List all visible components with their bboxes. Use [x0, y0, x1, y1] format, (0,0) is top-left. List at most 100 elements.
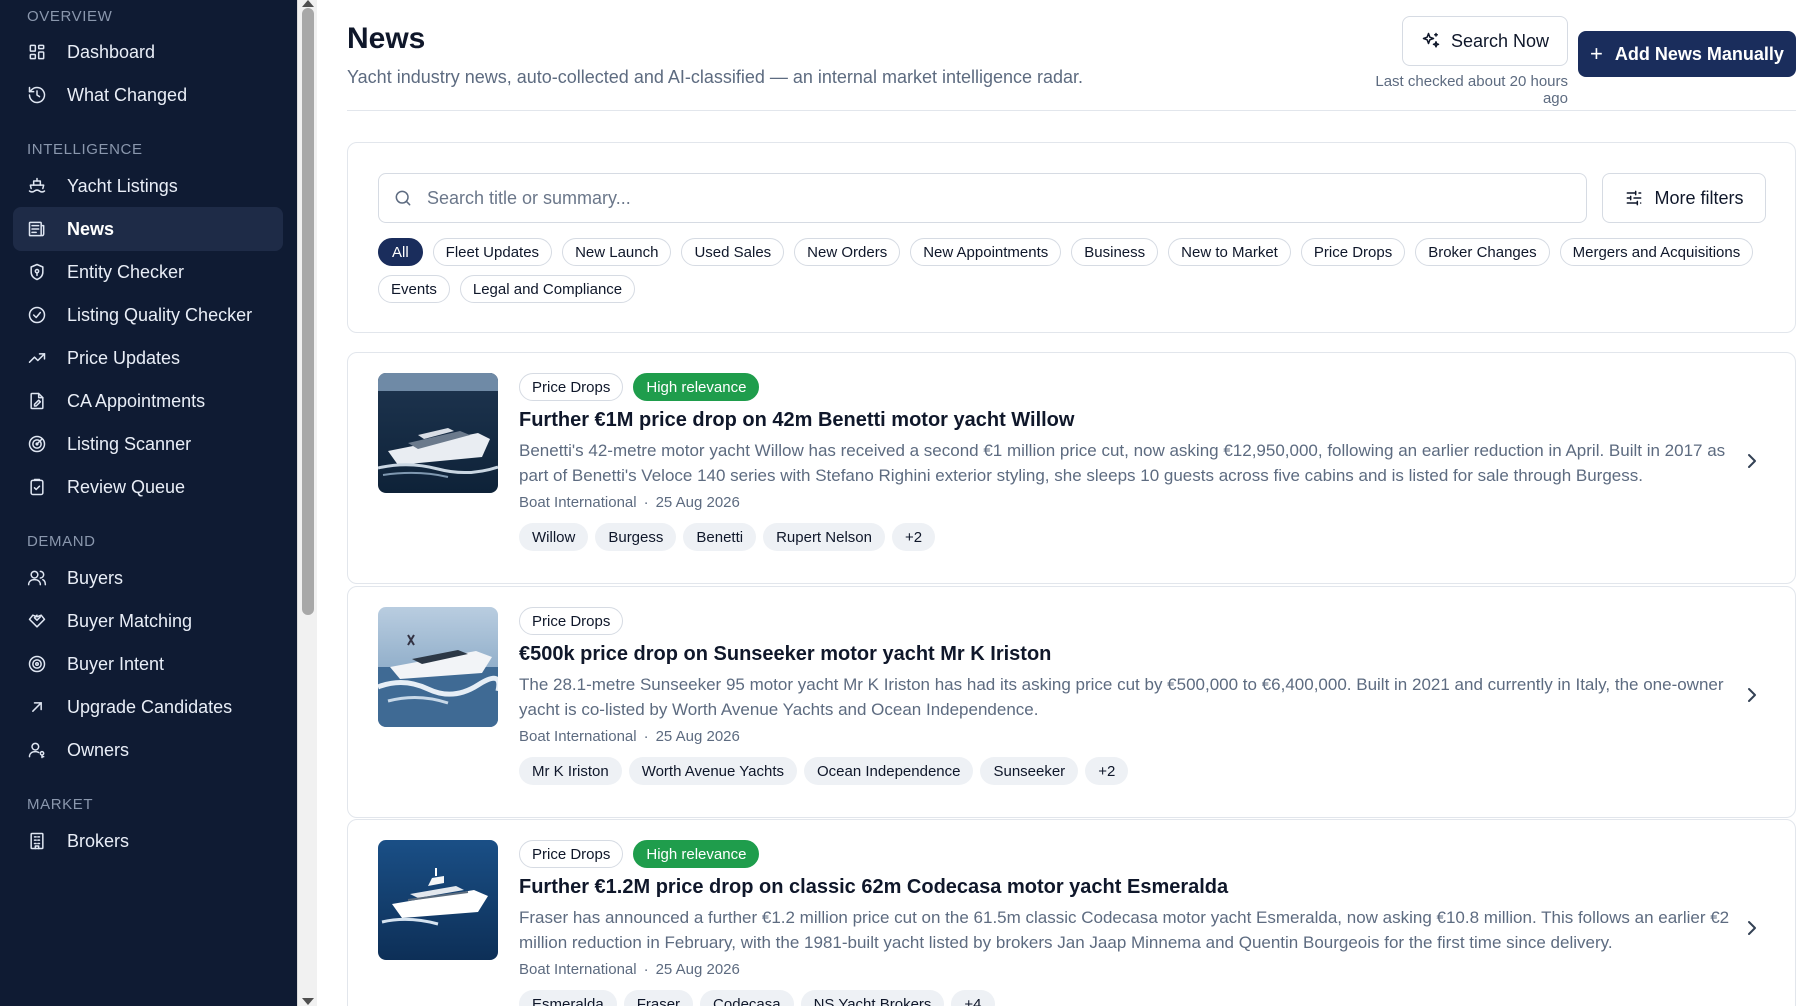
- sliders-icon: [1624, 188, 1654, 208]
- sidebar-item-buyers[interactable]: Buyers: [13, 556, 283, 600]
- sidebar-item-price-updates[interactable]: Price Updates: [13, 336, 283, 380]
- entity-tag[interactable]: Sunseeker: [980, 757, 1079, 785]
- check-circle-icon: [27, 305, 47, 325]
- sidebar-item-label: Buyer Matching: [67, 610, 193, 631]
- ship-icon: [27, 176, 47, 196]
- sidebar-scrollbar[interactable]: [297, 0, 317, 1006]
- last-checked-text: Last checked about 20 hours ago: [1375, 73, 1568, 107]
- entity-tag[interactable]: NS Yacht Brokers: [800, 990, 945, 1006]
- news-date: 25 Aug 2026: [655, 728, 740, 745]
- entity-tag[interactable]: Burgess: [595, 523, 677, 551]
- sidebar-item-news[interactable]: News: [13, 207, 283, 251]
- news-thumbnail: [378, 373, 498, 493]
- filter-chip-broker-changes[interactable]: Broker Changes: [1415, 238, 1550, 266]
- sidebar-item-label: Buyer Intent: [67, 653, 165, 674]
- news-source: Boat International: [519, 494, 637, 511]
- sidebar-item-ca-appointments[interactable]: CA Appointments: [13, 379, 283, 423]
- sidebar-item-label: News: [67, 218, 115, 239]
- sidebar-item-brokers[interactable]: Brokers: [13, 819, 283, 863]
- entity-tag[interactable]: Willow: [519, 523, 589, 551]
- entity-tag[interactable]: Mr K Iriston: [519, 757, 622, 785]
- news-card[interactable]: Price Drops €500k price drop on Sunseeker…: [347, 586, 1796, 818]
- relevance-badge: High relevance: [633, 373, 760, 401]
- filter-chip-mergers-and-acquisitions[interactable]: Mergers and Acquisitions: [1559, 238, 1754, 266]
- sidebar-item-listing-quality-checker[interactable]: Listing Quality Checker: [13, 293, 283, 337]
- news-card-body: Price Drops High relevance Further €1M pri…: [519, 373, 1739, 551]
- entity-tag[interactable]: Fraser: [623, 990, 694, 1006]
- sidebar-item-upgrade-candidates[interactable]: Upgrade Candidates: [13, 685, 283, 729]
- filter-chip-all[interactable]: All: [378, 238, 423, 266]
- news-card-body: Price Drops High relevance Further €1.2M p…: [519, 840, 1739, 1006]
- scrollbar-thumb[interactable]: [302, 8, 314, 615]
- sidebar-item-label: CA Appointments: [67, 390, 206, 411]
- news-title[interactable]: €500k price drop on Sunseeker motor yach…: [519, 641, 1739, 667]
- news-summary: Benetti's 42-metre motor yacht Willow ha…: [519, 441, 1726, 485]
- sidebar-item-yacht-listings[interactable]: Yacht Listings: [13, 164, 283, 208]
- news-source: Boat International: [519, 728, 637, 745]
- shield-icon: [27, 262, 47, 282]
- handshake-icon: [27, 611, 47, 631]
- search-icon: [393, 188, 427, 208]
- filter-chip-new-to-market[interactable]: New to Market: [1168, 238, 1291, 266]
- news-title[interactable]: Further €1M price drop on 42m Benetti mo…: [519, 407, 1739, 433]
- sidebar-section-intelligence: INTELLIGENCE: [27, 141, 143, 158]
- sidebar-item-label: Listing Quality Checker: [67, 304, 253, 325]
- sidebar-item-dashboard[interactable]: Dashboard: [13, 30, 283, 74]
- search-now-label: Search Now: [1450, 30, 1550, 51]
- search-now-button[interactable]: Search Now: [1402, 16, 1568, 66]
- category-chips: All Fleet Updates New Launch Used Sales New …: [378, 238, 1778, 303]
- filter-panel: More filters All Fleet Updates New Launch U…: [347, 142, 1796, 333]
- sidebar-item-label: Listing Scanner: [67, 433, 192, 454]
- filter-chip-price-drops[interactable]: Price Drops: [1300, 238, 1406, 266]
- chevron-right-icon[interactable]: [1744, 685, 1760, 705]
- filter-chip-legal-and-compliance[interactable]: Legal and Compliance: [459, 275, 636, 303]
- search-field[interactable]: [378, 173, 1587, 223]
- filter-chip-new-launch[interactable]: New Launch: [562, 238, 672, 266]
- sidebar-item-entity-checker[interactable]: Entity Checker: [13, 250, 283, 294]
- clipboard-check-icon: [27, 477, 47, 497]
- sidebar-item-what-changed[interactable]: What Changed: [13, 73, 283, 117]
- scroll-down-arrow-icon[interactable]: [302, 998, 314, 1005]
- more-filters-label: More filters: [1654, 187, 1744, 208]
- sidebar-item-listing-scanner[interactable]: Listing Scanner: [13, 422, 283, 466]
- entity-tags: Mr K Iriston Worth Avenue Yachts Ocean Ind…: [519, 757, 1739, 785]
- more-filters-button[interactable]: More filters: [1602, 173, 1766, 223]
- search-input[interactable]: [427, 187, 1547, 209]
- relevance-badge: High relevance: [633, 840, 760, 868]
- add-news-button[interactable]: + Add News Manually: [1578, 31, 1796, 77]
- news-title[interactable]: Further €1.2M price drop on classic 62m …: [519, 874, 1739, 900]
- news-card[interactable]: Price Drops High relevance Further €1.2M p…: [347, 819, 1796, 1006]
- sidebar-item-review-queue[interactable]: Review Queue: [13, 465, 283, 509]
- filter-chip-business[interactable]: Business: [1071, 238, 1159, 266]
- entity-tag[interactable]: Ocean Independence: [804, 757, 974, 785]
- entity-tag[interactable]: +2: [891, 523, 936, 551]
- entity-tag[interactable]: Codecasa: [700, 990, 794, 1006]
- filter-chip-used-sales[interactable]: Used Sales: [681, 238, 785, 266]
- entity-tag[interactable]: Worth Avenue Yachts: [628, 757, 798, 785]
- news-tags: Price Drops: [519, 607, 1739, 635]
- chevron-right-icon[interactable]: [1744, 918, 1760, 938]
- entity-tag[interactable]: +2: [1085, 757, 1129, 785]
- filter-chip-new-orders[interactable]: New Orders: [794, 238, 901, 266]
- news-summary: Fraser has announced a further €1.2 mill…: [519, 908, 1730, 952]
- news-date: 25 Aug 2026: [655, 494, 740, 511]
- filter-chip-new-appointments[interactable]: New Appointments: [910, 238, 1062, 266]
- sidebar-item-buyer-matching[interactable]: Buyer Matching: [13, 599, 283, 643]
- entity-tag[interactable]: Benetti: [683, 523, 757, 551]
- entity-tag[interactable]: +4: [951, 990, 995, 1006]
- sidebar-item-label: Entity Checker: [67, 261, 185, 282]
- sidebar-item-owners[interactable]: Owners: [13, 728, 283, 772]
- news-card[interactable]: Price Drops High relevance Further €1M pri…: [347, 352, 1796, 584]
- filter-chip-fleet-updates[interactable]: Fleet Updates: [432, 238, 553, 266]
- entity-tag[interactable]: Rupert Nelson: [763, 523, 885, 551]
- sidebar-item-buyer-intent[interactable]: Buyer Intent: [13, 642, 283, 686]
- category-badge: Price Drops: [519, 373, 624, 401]
- entity-tag[interactable]: Esmeralda: [519, 990, 617, 1006]
- filter-chip-events[interactable]: Events: [378, 275, 450, 303]
- scroll-up-arrow-icon[interactable]: [302, 0, 314, 7]
- radar-icon: [27, 434, 47, 454]
- sidebar-item-label: Price Updates: [67, 347, 181, 368]
- newspaper-icon: [27, 219, 47, 239]
- users-icon: [27, 568, 47, 588]
- chevron-right-icon[interactable]: [1744, 451, 1760, 471]
